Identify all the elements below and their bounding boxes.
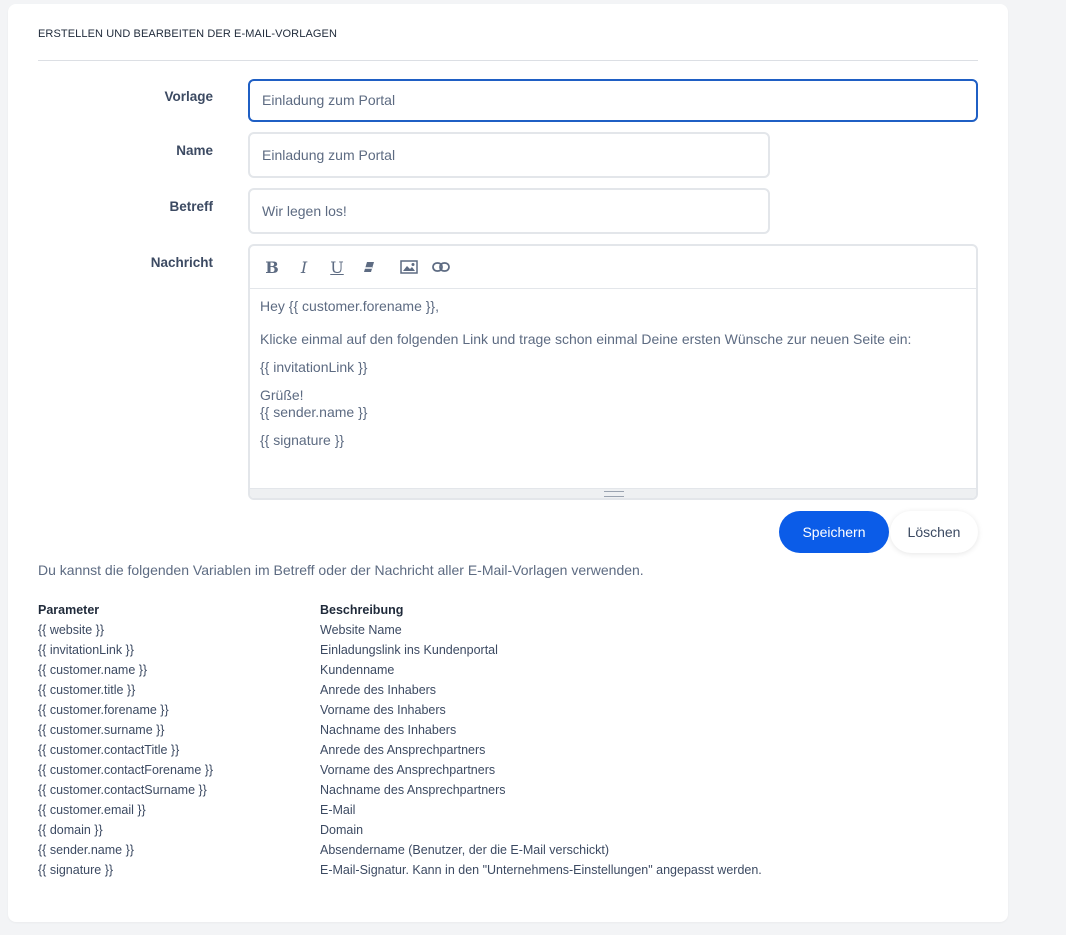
message-editor[interactable]: B I U Hey {{ customer.forename }}, Klick… xyxy=(248,244,978,500)
subject-input-value: Wir legen los! xyxy=(262,203,347,219)
image-icon[interactable] xyxy=(398,256,420,278)
editor-line-body: Klicke einmal auf den folgenden Link und… xyxy=(260,331,912,347)
param-cell: {{ domain }} xyxy=(38,823,103,837)
desc-cell: Vorname des Inhabers xyxy=(320,703,446,717)
subject-input[interactable]: Wir legen los! xyxy=(248,188,770,234)
param-cell: {{ customer.surname }} xyxy=(38,723,165,737)
param-cell: {{ customer.email }} xyxy=(38,803,146,817)
link-icon[interactable] xyxy=(430,256,452,278)
table-row: {{ invitationLink }} Einladungslink ins K… xyxy=(38,640,960,660)
param-cell: {{ customer.name }} xyxy=(38,663,148,677)
delete-button[interactable]: Löschen xyxy=(890,511,978,553)
table-row: {{ domain }} Domain xyxy=(38,820,960,840)
table-row: {{ customer.contactForename }} Vorname de… xyxy=(38,760,960,780)
variables-hint: Du kannst die folgenden Variablen im Bet… xyxy=(38,562,644,578)
table-row: {{ signature }} E-Mail-Signatur. Kann in … xyxy=(38,860,960,880)
table-row: {{ customer.contactTitle }} Anrede des An… xyxy=(38,740,960,760)
desc-cell: Domain xyxy=(320,823,364,837)
param-header: Parameter xyxy=(38,603,100,617)
template-label: Vorlage xyxy=(164,89,213,104)
table-row: {{ website }} Website Name xyxy=(38,620,960,640)
email-template-card: ERSTELLEN UND BEARBEITEN DER E-MAIL-VORL… xyxy=(8,4,1008,922)
editor-toolbar: B I U xyxy=(250,246,976,289)
desc-cell: E-Mail-Signatur. Kann in den "Unternehme… xyxy=(320,863,762,877)
desc-cell: Vorname des Ansprechpartners xyxy=(320,763,496,777)
message-label: Nachricht xyxy=(150,255,213,270)
desc-cell: Einladungslink ins Kundenportal xyxy=(320,643,498,657)
subject-label: Betreff xyxy=(169,199,213,214)
variables-table: Parameter Beschreibung {{ website }} Webs… xyxy=(38,600,960,880)
editor-resize-handle[interactable] xyxy=(250,488,976,498)
italic-icon[interactable]: I xyxy=(293,256,315,278)
desc-cell: Anrede des Inhabers xyxy=(320,683,437,697)
desc-cell: Nachname des Inhabers xyxy=(320,723,457,737)
table-row: {{ customer.forename }} Vorname des Inhab… xyxy=(38,700,960,720)
table-row: {{ sender.name }} Absendername (Benutzer,… xyxy=(38,840,960,860)
desc-header: Beschreibung xyxy=(320,603,404,617)
table-row: {{ customer.contactSurname }} Nachname de… xyxy=(38,780,960,800)
template-select-value: Einladung zum Portal xyxy=(262,92,396,108)
name-input-value: Einladung zum Portal xyxy=(262,147,396,163)
param-cell: {{ customer.contactSurname }} xyxy=(38,783,207,797)
param-cell: {{ sender.name }} xyxy=(38,843,134,857)
card-title: ERSTELLEN UND BEARBEITEN DER E-MAIL-VORL… xyxy=(38,28,338,40)
desc-cell: Website Name xyxy=(320,623,402,637)
editor-line-greeting: Hey {{ customer.forename }}, xyxy=(260,298,439,314)
param-cell: {{ signature }} xyxy=(38,863,114,877)
desc-cell: Absendername (Benutzer, der die E-Mail v… xyxy=(320,843,610,857)
template-select[interactable]: Einladung zum Portal xyxy=(248,79,978,122)
param-cell: {{ customer.contactTitle }} xyxy=(38,743,180,757)
save-button[interactable]: Speichern xyxy=(779,511,889,553)
editor-body[interactable]: Hey {{ customer.forename }}, Klicke einm… xyxy=(250,289,976,455)
divider xyxy=(38,60,978,61)
editor-line-regards: Grüße! xyxy=(260,387,304,403)
desc-cell: Kundenname xyxy=(320,663,395,677)
table-header: Parameter Beschreibung xyxy=(38,600,960,620)
param-cell: {{ customer.forename }} xyxy=(38,703,169,717)
table-row: {{ customer.email }} E-Mail xyxy=(38,800,960,820)
param-cell: {{ customer.contactForename }} xyxy=(38,763,214,777)
desc-cell: Nachname des Ansprechpartners xyxy=(320,783,506,797)
editor-line-link: {{ invitationLink }} xyxy=(260,359,368,375)
desc-cell: Anrede des Ansprechpartners xyxy=(320,743,486,757)
editor-line-sender: {{ sender.name }} xyxy=(260,404,368,420)
table-row: {{ customer.name }} Kundenname xyxy=(38,660,960,680)
table-row: {{ customer.title }} Anrede des Inhabers xyxy=(38,680,960,700)
grip-icon xyxy=(604,491,624,497)
table-row: {{ customer.surname }} Nachname des Inhab… xyxy=(38,720,960,740)
param-cell: {{ invitationLink }} xyxy=(38,643,134,657)
name-label: Name xyxy=(176,143,213,158)
name-input[interactable]: Einladung zum Portal xyxy=(248,132,770,178)
editor-line-signature: {{ signature }} xyxy=(260,432,345,448)
param-cell: {{ customer.title }} xyxy=(38,683,136,697)
bold-icon[interactable]: B xyxy=(261,256,283,278)
desc-cell: E-Mail xyxy=(320,803,356,817)
param-cell: {{ website }} xyxy=(38,623,105,637)
underline-icon[interactable]: U xyxy=(326,256,348,278)
eraser-icon[interactable] xyxy=(358,256,380,278)
